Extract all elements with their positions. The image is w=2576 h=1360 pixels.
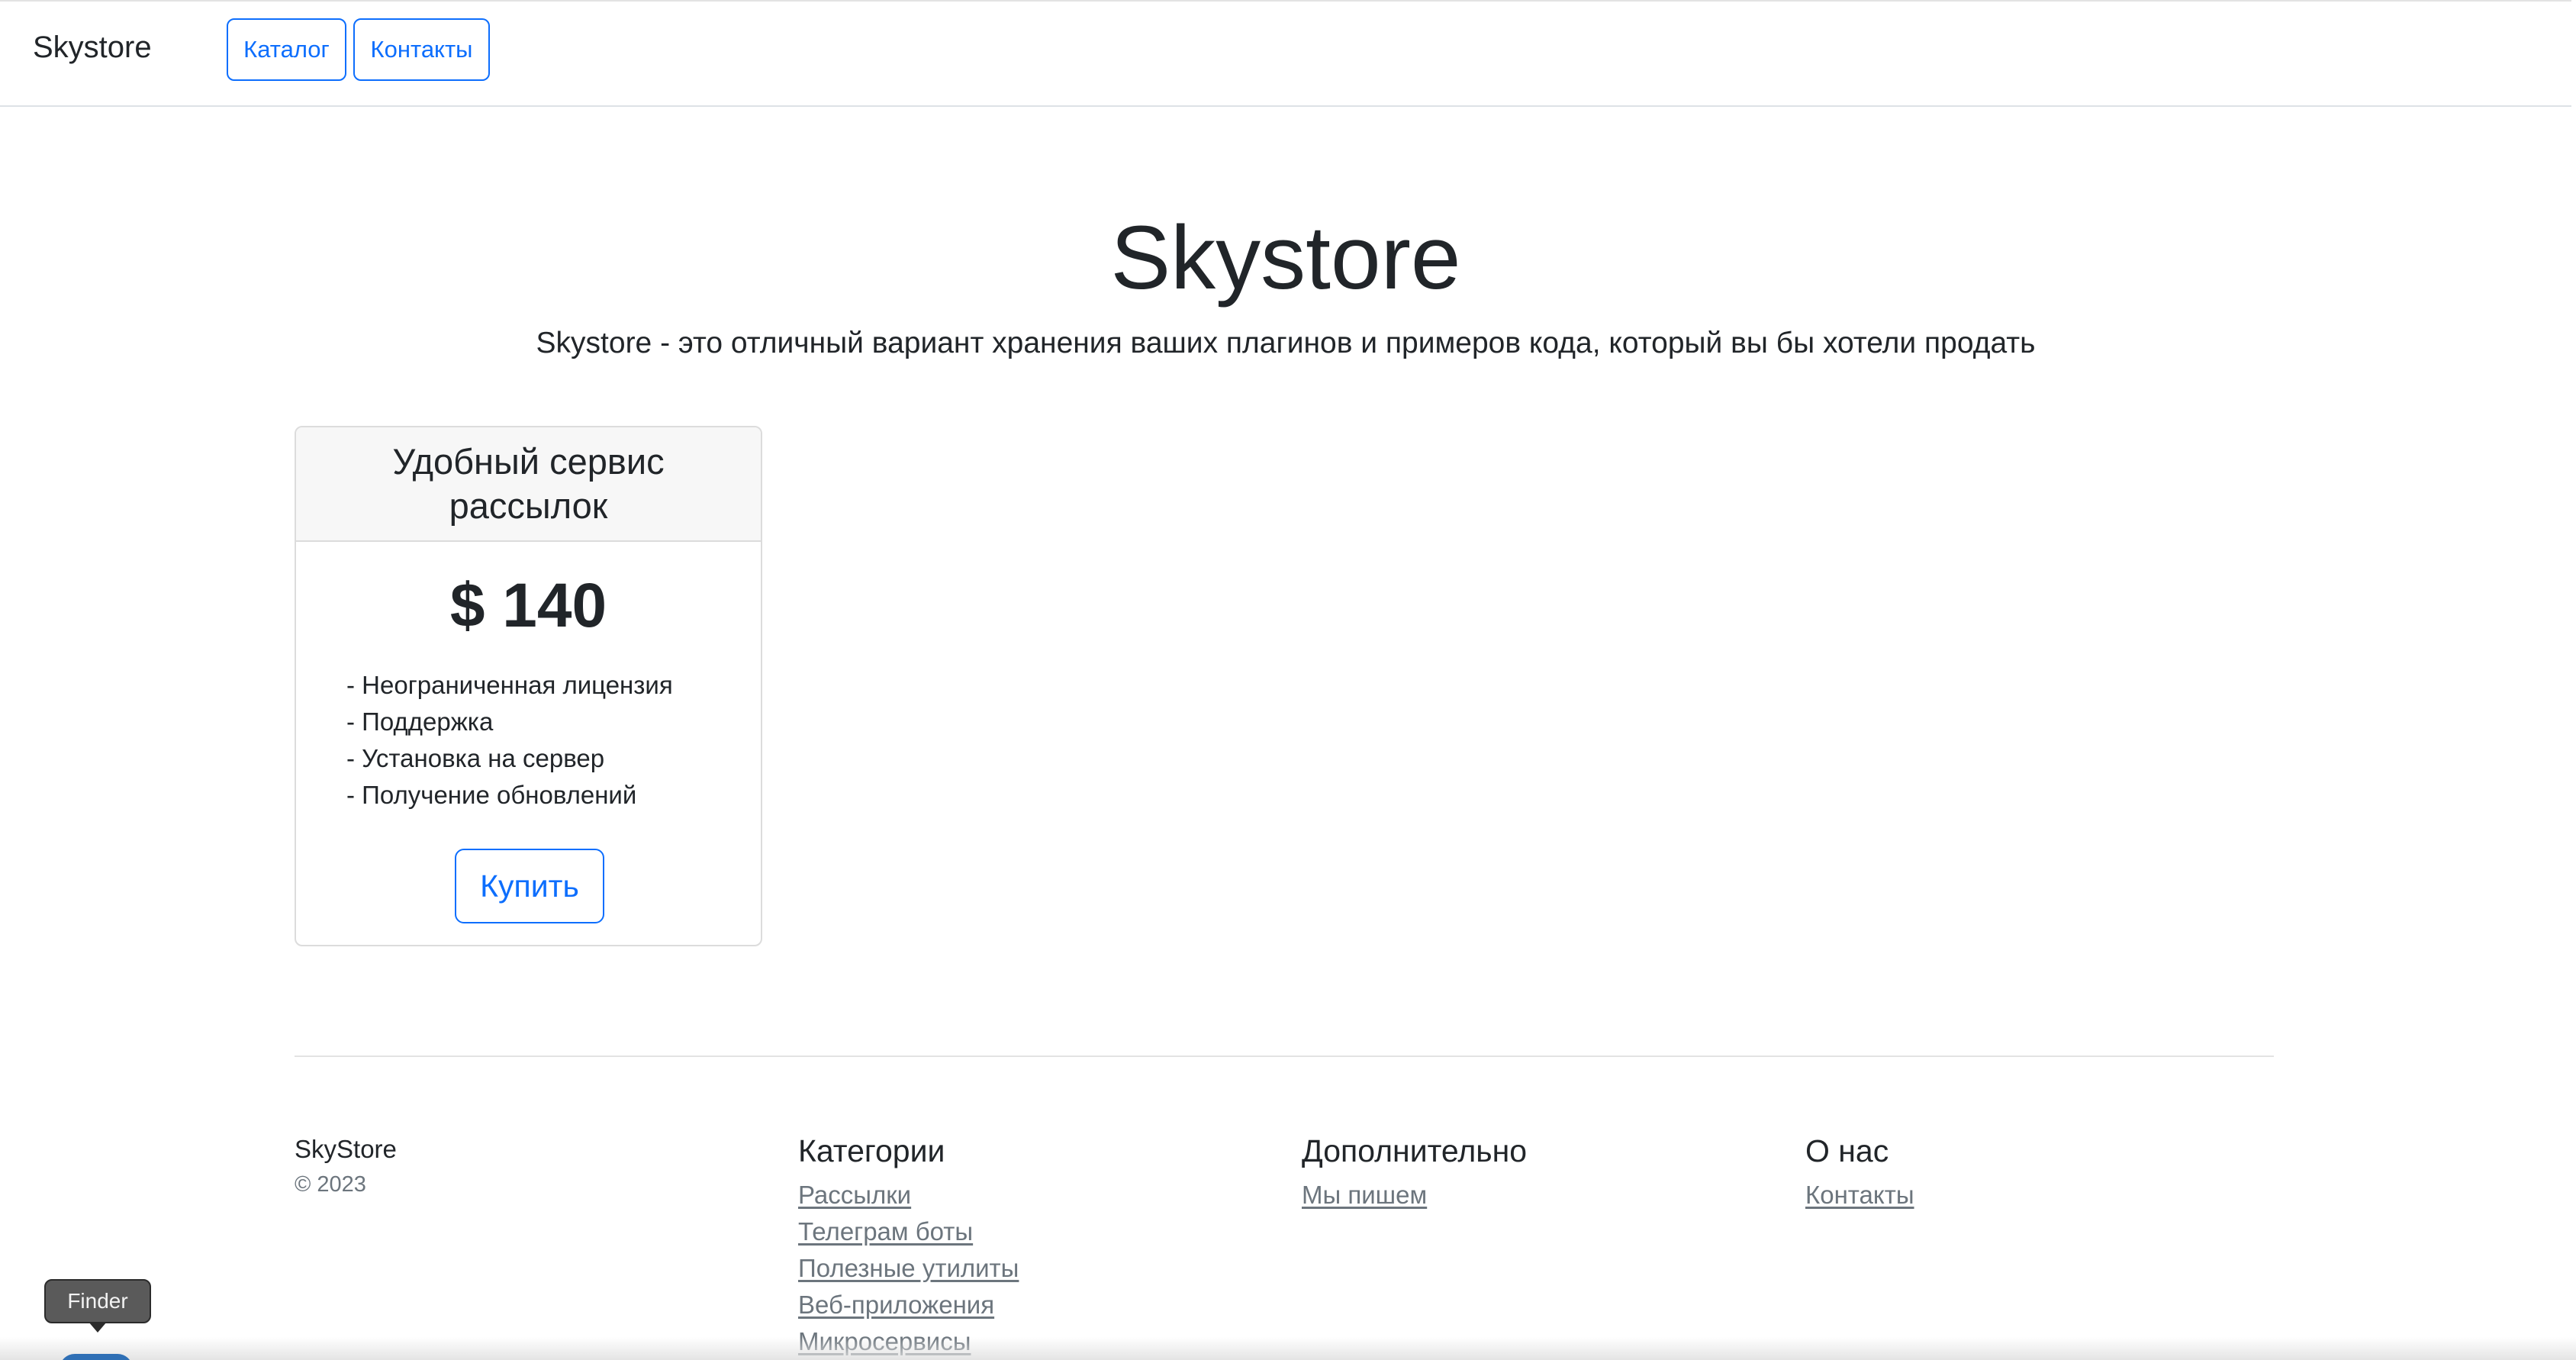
footer-column-additional: Дополнительно Мы пишем	[1302, 1130, 1527, 1213]
footer-heading: Дополнительно	[1302, 1133, 1528, 1168]
hero-lead: Skystore - это отличный вариант хранения…	[536, 327, 2036, 359]
footer-link-telegram-bots[interactable]: Телеграм боты	[798, 1217, 973, 1246]
footer-link-utilities[interactable]: Полезные утилиты	[798, 1254, 1019, 1282]
footer-link-contacts[interactable]: Контакты	[1805, 1181, 1914, 1209]
feature-list: - Неограниченная лицензия - Поддержка - …	[296, 667, 761, 814]
hero-title: Skystore	[1110, 208, 1461, 308]
tooltip-arrow	[89, 1322, 107, 1333]
footer-copyright: © 2023	[295, 1172, 366, 1197]
product-title: Удобный сервис рассылок	[392, 441, 665, 526]
footer-link-we-write[interactable]: Мы пишем	[1302, 1181, 1427, 1209]
footer-brand: SkyStore	[295, 1135, 397, 1163]
nav-catalog-button[interactable]: Каталог	[227, 18, 346, 81]
footer-column-about: О нас Контакты	[1805, 1130, 1914, 1213]
brand-link[interactable]: Skystore	[33, 31, 152, 65]
finder-icon[interactable]	[60, 1354, 133, 1360]
top-navbar: Skystore Каталог Контакты	[0, 0, 2571, 107]
footer-link-web-apps[interactable]: Веб-приложения	[798, 1291, 994, 1319]
footer-column-categories: Категории Рассылки Телеграм боты Полезны…	[798, 1130, 1019, 1360]
product-price: $ 140	[449, 571, 607, 640]
nav-contacts-button[interactable]: Контакты	[353, 18, 490, 81]
dock-tooltip: Finder	[44, 1279, 151, 1323]
page: Skystore Каталог Контакты Skystore Skyst…	[0, 0, 2576, 1360]
footer-heading: О нас	[1805, 1133, 1889, 1168]
footer-heading: Категории	[798, 1133, 945, 1168]
product-card: Удобный сервис рассылок $ 140 - Неограни…	[295, 426, 762, 946]
footer-link-mailings[interactable]: Рассылки	[798, 1181, 911, 1209]
footer-divider	[295, 1055, 2274, 1057]
product-card-header: Удобный сервис рассылок	[296, 427, 761, 542]
feature-item: - Установка на сервер	[346, 744, 605, 772]
dock-area	[0, 1337, 2576, 1360]
feature-item: - Получение обновлений	[346, 781, 637, 809]
feature-item: - Поддержка	[346, 707, 494, 736]
buy-button[interactable]: Купить	[455, 849, 604, 923]
feature-item: - Неограниченная лицензия	[346, 671, 673, 699]
